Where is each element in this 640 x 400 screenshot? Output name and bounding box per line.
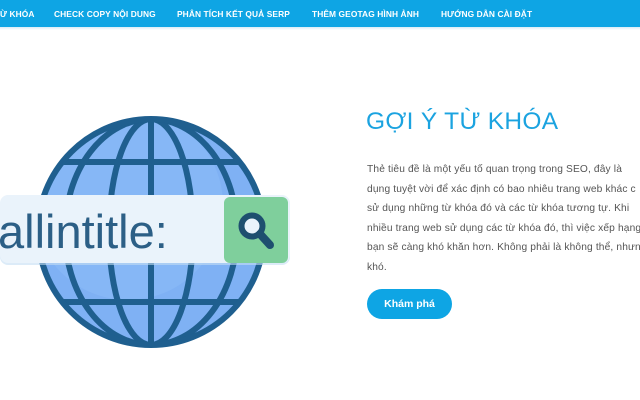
description-line: sử dụng những từ khóa đó và các từ khóa …: [367, 203, 630, 214]
search-bar-graphic: allintitle:: [0, 195, 290, 265]
explore-button[interactable]: Khám phá: [367, 289, 452, 319]
nav-item-install-guide[interactable]: HƯỚNG DẪN CÀI ĐẶT: [441, 9, 532, 19]
description-line: Thẻ tiêu đề là một yếu tố quan trọng tro…: [367, 164, 623, 175]
description-line: dụng tuyệt vời để xác định có bao nhiêu …: [367, 183, 636, 195]
description-line: khó.: [367, 261, 387, 273]
nav-item-geotag[interactable]: THÊM GEOTAG HÌNH ẢNH: [312, 9, 419, 19]
hero-illustration: allintitle:: [0, 116, 290, 348]
description-line: nhiều trang web sử dụng các từ khóa đó, …: [367, 222, 640, 234]
section-description: Thẻ tiêu đề là một yếu tố quan trọng tro…: [367, 160, 640, 277]
description-line: bạn sẽ càng khó khăn hơn. Không phải là …: [367, 242, 640, 253]
search-query-text: allintitle:: [0, 205, 168, 258]
section-title: GỢI Ý TỪ KHÓA: [366, 108, 559, 135]
